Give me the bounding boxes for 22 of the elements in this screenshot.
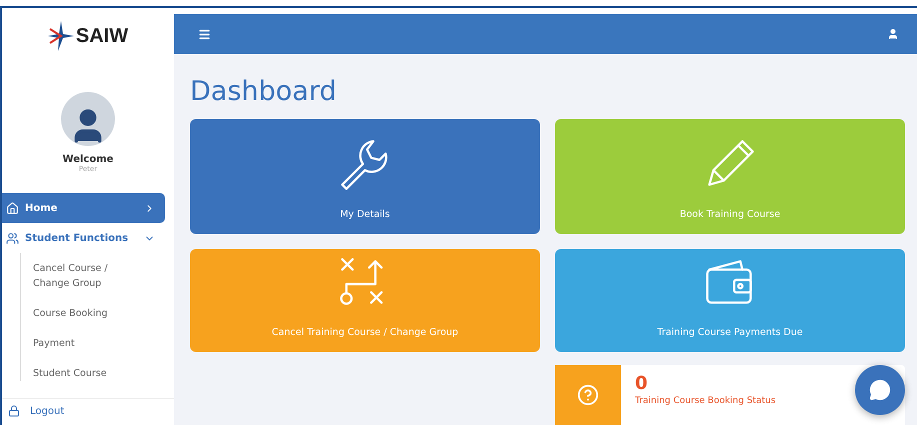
status-count: 0 bbox=[635, 373, 649, 394]
logo-text: SAIW bbox=[76, 24, 128, 48]
submenu-item[interactable]: Payment bbox=[33, 336, 128, 351]
submenu-item[interactable]: Student Course bbox=[33, 366, 128, 381]
avatar bbox=[61, 92, 115, 146]
submenu-item[interactable]: Course Booking bbox=[33, 306, 128, 321]
user-icon[interactable] bbox=[887, 28, 899, 40]
nav-item[interactable]: Home bbox=[2, 193, 165, 223]
star-logo-icon bbox=[48, 21, 74, 51]
dashboard-tile[interactable]: Training Course Payments Due bbox=[555, 249, 905, 352]
question-icon bbox=[577, 384, 599, 406]
speech-bubble-icon bbox=[869, 379, 891, 401]
dashboard-tile[interactable]: My Details bbox=[190, 119, 540, 234]
welcome-text: Welcome bbox=[62, 154, 114, 165]
users-icon bbox=[6, 232, 19, 244]
page-title: Dashboard bbox=[190, 76, 338, 107]
lock-icon bbox=[8, 405, 20, 417]
submenu-item[interactable]: Cancel Course / Change Group bbox=[33, 261, 128, 291]
status-label: Training Course Booking Status bbox=[635, 396, 776, 406]
nav-item[interactable]: Student Functions bbox=[2, 223, 165, 253]
menu-icon[interactable] bbox=[198, 28, 211, 40]
home-icon bbox=[6, 202, 19, 214]
